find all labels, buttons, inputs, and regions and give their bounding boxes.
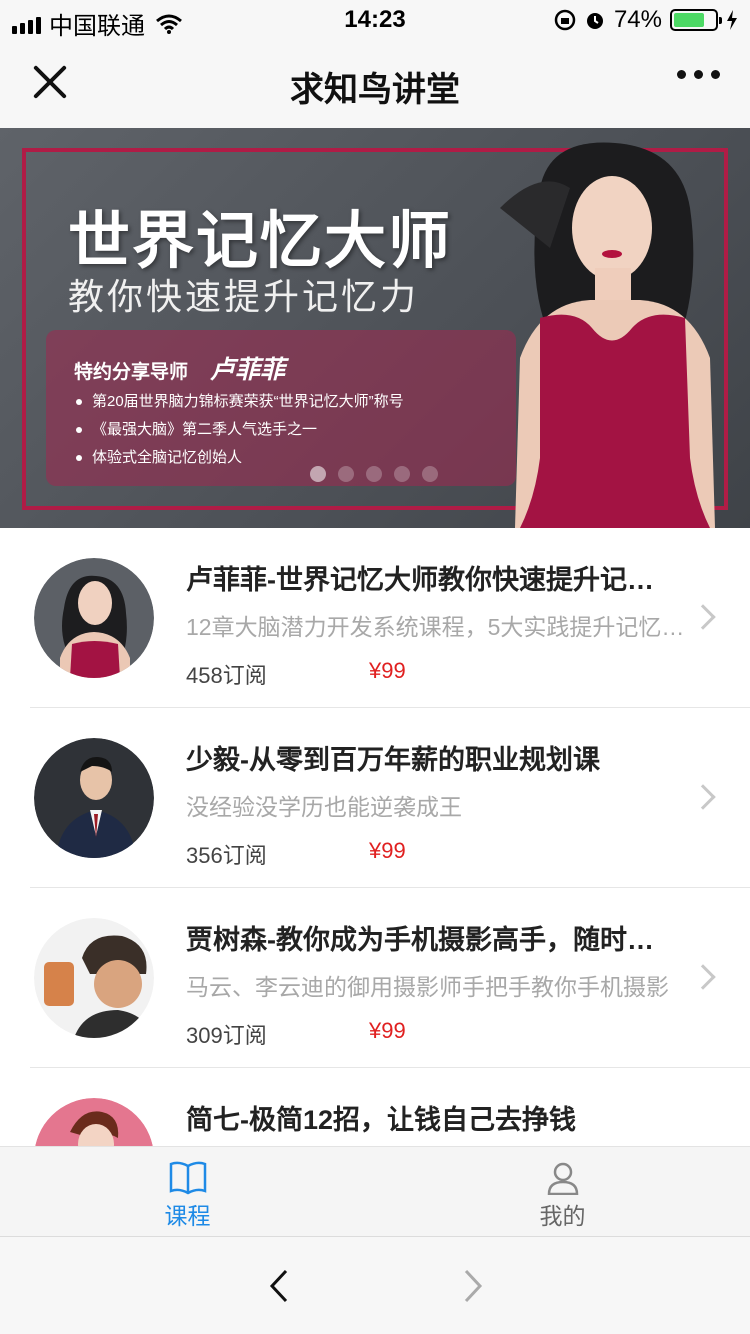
chevron-right-icon <box>690 784 716 810</box>
banner-box-label: 特约分享导师 <box>74 362 189 383</box>
course-subscribers: 458订阅 <box>186 663 267 688</box>
course-desc: 12章大脑潜力开发系统课程，5大实践提升记忆方法 <box>186 614 686 640</box>
banner-info-box: 特约分享导师 卢菲菲 第20届世界脑力锦标赛荣获“世界记忆大师”称号 《最强大脑… <box>46 330 516 486</box>
banner-bullet: 《最强大脑》第二季人气选手之一 <box>76 416 404 444</box>
carousel-dot[interactable] <box>338 466 354 482</box>
course-item[interactable]: 简七-极简12招，让钱自己去挣钱 <box>30 1068 750 1146</box>
status-right: 74% <box>554 6 738 34</box>
avatar <box>35 1098 153 1146</box>
avatar <box>34 918 154 1038</box>
banner-subtitle: 教你快速提升记忆力 <box>68 276 420 317</box>
carousel-dot[interactable] <box>310 466 326 482</box>
tab-bar: 课程 我的 <box>0 1146 750 1236</box>
nav-bar: 求知鸟讲堂 <box>0 40 750 128</box>
course-subscribers: 356订阅 <box>186 843 267 868</box>
course-subscribers: 309订阅 <box>186 1023 267 1048</box>
banner-box-name: 卢菲菲 <box>210 356 286 384</box>
battery-fill <box>674 13 704 27</box>
tab-label: 课程 <box>164 1203 211 1229</box>
course-title: 卢菲菲-世界记忆大师教你快速提升记忆力 <box>186 565 676 595</box>
banner-portrait-image <box>500 142 715 528</box>
tab-courses[interactable]: 课程 <box>0 1147 375 1237</box>
back-arrow-icon[interactable] <box>264 1269 298 1303</box>
avatar <box>34 558 154 678</box>
banner-bullets: 第20届世界脑力锦标赛荣获“世界记忆大师”称号 《最强大脑》第二季人气选手之一 … <box>76 388 404 472</box>
carousel-dot[interactable] <box>394 466 410 482</box>
chevron-right-icon <box>690 604 716 630</box>
tab-mine[interactable]: 我的 <box>375 1147 750 1237</box>
course-list: 卢菲菲-世界记忆大师教你快速提升记忆力 12章大脑潜力开发系统课程，5大实践提升… <box>0 528 750 1146</box>
chevron-right-icon <box>690 964 716 990</box>
battery-icon <box>670 9 722 31</box>
course-price: ¥99 <box>369 838 406 863</box>
carousel-dot[interactable] <box>366 466 382 482</box>
battery-percent: 74% <box>613 6 662 33</box>
promo-banner[interactable]: 世界记忆大师 教你快速提升记忆力 特约分享导师 卢菲菲 第20届世界脑力锦标赛荣… <box>0 128 750 528</box>
book-icon <box>169 1161 206 1195</box>
carousel-dots[interactable] <box>310 466 438 482</box>
banner-bullet: 第20届世界脑力锦标赛荣获“世界记忆大师”称号 <box>76 388 404 416</box>
user-icon <box>547 1162 578 1195</box>
charging-icon <box>727 10 737 30</box>
course-item[interactable]: 少毅-从零到百万年薪的职业规划课 没经验没学历也能逆袭成王 356订阅 ¥99 <box>30 708 750 888</box>
status-bar: 中国联通 14:23 74% <box>0 0 750 40</box>
page-title: 求知鸟讲堂 <box>290 71 460 109</box>
alarm-icon <box>586 13 603 29</box>
banner-title: 世界记忆大师 <box>68 207 453 276</box>
course-desc: 没经验没学历也能逆袭成王 <box>186 794 462 820</box>
course-title: 贾树森-教你成为手机摄影高手，随时随地拍大片 <box>186 925 676 955</box>
banner-box-head: 特约分享导师 卢菲菲 <box>74 350 285 386</box>
course-item[interactable]: 卢菲菲-世界记忆大师教你快速提升记忆力 12章大脑潜力开发系统课程，5大实践提升… <box>30 528 750 708</box>
forward-arrow-icon[interactable] <box>456 1269 490 1303</box>
course-desc: 马云、李云迪的御用摄影师手把手教你手机摄影 <box>186 974 669 1000</box>
course-price: ¥99 <box>369 658 406 683</box>
carousel-dot[interactable] <box>422 466 438 482</box>
course-price: ¥99 <box>369 1018 406 1043</box>
more-icon[interactable] <box>677 70 720 79</box>
avatar <box>34 738 154 858</box>
rotation-lock-icon <box>554 9 576 31</box>
course-item[interactable]: 贾树森-教你成为手机摄影高手，随时随地拍大片 马云、李云迪的御用摄影师手把手教你… <box>30 888 750 1068</box>
course-title: 少毅-从零到百万年薪的职业规划课 <box>186 745 600 775</box>
browser-nav <box>0 1236 750 1334</box>
tab-label: 我的 <box>539 1203 586 1229</box>
course-title: 简七-极简12招，让钱自己去挣钱 <box>186 1105 577 1135</box>
